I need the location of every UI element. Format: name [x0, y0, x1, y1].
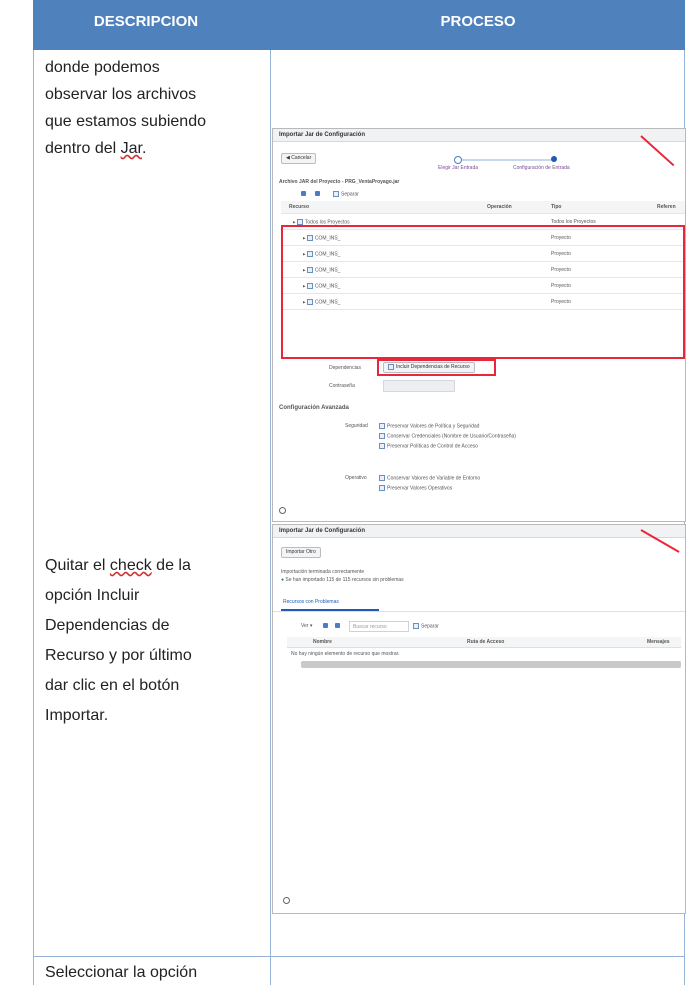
highlight-dependencies	[377, 359, 496, 376]
search-input[interactable]: Buscar recurso	[349, 621, 409, 632]
operations-option[interactable]: Conservar Valores de Variable de Entorno	[379, 475, 480, 481]
collapse-icon[interactable]	[315, 191, 320, 196]
tab-problem-resources[interactable]: Recursos con Problemas	[283, 599, 339, 605]
row2-line: opción Incluir	[45, 587, 140, 604]
results-header-row: Nombre Ruta de Acceso Mensajes	[287, 637, 681, 648]
checkbox-icon	[413, 623, 419, 629]
operations-option[interactable]: Preservar Valores Operativos	[379, 485, 452, 491]
empty-message: No hay ningún elemento de recurso que mo…	[291, 651, 400, 657]
column-header: Mensajes	[647, 639, 670, 645]
column-header: Tipo	[551, 204, 562, 210]
operations-option-label: Preservar Valores Operativos	[387, 485, 453, 492]
expand-icon[interactable]	[323, 623, 328, 628]
password-input[interactable]	[383, 380, 455, 392]
row3-description: Seleccionar la opción	[45, 964, 198, 981]
column-header: Operación	[487, 204, 512, 210]
archive-label: Archivo JAR del Proyecto - PRG_VentaProy…	[279, 179, 400, 185]
security-option[interactable]: Preservar Políticas de Control de Acceso	[379, 443, 478, 449]
horizontal-scrollbar[interactable]	[301, 661, 681, 668]
archive-value: PRG_VentaProyago.jar	[344, 179, 400, 185]
operations-label: Operativo	[345, 475, 367, 481]
archive-label-text: Archivo JAR del Proyecto	[279, 179, 341, 185]
expand-icon[interactable]	[301, 191, 306, 196]
collapse-icon[interactable]	[335, 623, 340, 628]
row1-description: donde podemos observar los archivos que …	[45, 54, 243, 162]
highlight-resources	[281, 225, 685, 359]
gear-icon[interactable]	[279, 507, 286, 514]
security-option[interactable]: Conservar Credenciales (Nombre de Usuari…	[379, 433, 516, 439]
procedure-table: DESCRIPCION PROCESO donde podemos observ…	[33, 0, 686, 985]
table-header: DESCRIPCION PROCESO	[33, 0, 685, 50]
row2-line: dar clic en el botón	[45, 677, 180, 694]
detach-toggle[interactable]: Separar	[333, 191, 359, 197]
column-header: Recurso	[289, 204, 310, 210]
window-title: Importar Jar de Configuración	[273, 129, 685, 142]
detach-toggle[interactable]: Separar	[413, 623, 439, 629]
view-menu[interactable]: Ver ▾	[301, 623, 312, 629]
checkbox-icon	[379, 443, 385, 449]
row1-line: que estamos subiendo	[45, 113, 206, 130]
status-line-text: Se han importado 115 de 115 recursos sin…	[285, 577, 404, 583]
search-placeholder: Buscar recurso	[353, 624, 387, 630]
security-option-label: Conservar Credenciales (Nombre de Usuari…	[387, 433, 516, 440]
step1-marker-icon	[454, 156, 462, 164]
detach-label: Separar	[341, 191, 359, 198]
window-title: Importar Jar de Configuración	[273, 525, 685, 538]
tab-divider	[273, 611, 685, 612]
row2-line: Quitar el check de la	[45, 551, 243, 581]
step2-marker-icon	[551, 156, 557, 162]
checkbox-icon	[379, 475, 385, 481]
status-line: ● Se han importado 115 de 115 recursos s…	[281, 577, 404, 583]
underlined-word: Jar	[120, 140, 142, 157]
row2-line: Dependencias de	[45, 617, 170, 634]
row2-line: Importar.	[45, 707, 109, 724]
underlined-word: check	[109, 557, 152, 574]
step1-label: Elegir Jar Entrada	[438, 165, 479, 171]
dependencies-label: Dependencias	[329, 365, 361, 371]
cancel-button[interactable]: ◀ Cancelar	[281, 153, 317, 164]
view-menu-label: Ver	[301, 623, 309, 629]
column-header: Ruta de Acceso	[467, 639, 505, 645]
screenshot-configuration-import: Importar Jar de Configuración ◀ Cancelar…	[272, 128, 686, 522]
grid-line-left	[33, 50, 34, 985]
column-header: Referen	[657, 204, 676, 210]
table-header-row: Recurso Operación Tipo Referen	[281, 201, 685, 214]
column-header: Nombre	[313, 639, 332, 645]
row2-line: Recurso y por último	[45, 647, 192, 664]
row2-description: Quitar el check de la opción Incluir Dep…	[45, 551, 243, 731]
checkbox-icon	[333, 191, 339, 197]
header-descripcion: DESCRIPCION	[93, 13, 199, 30]
row-divider	[33, 956, 685, 957]
gear-icon[interactable]	[283, 897, 290, 904]
header-proceso: PROCESO	[440, 13, 516, 30]
import-other-button[interactable]: Importar Otro	[281, 547, 321, 558]
security-option-label: Preservar Políticas de Control de Acceso	[387, 443, 478, 450]
cancel-label: Cancelar	[291, 155, 312, 161]
row1-line: donde podemos	[45, 59, 160, 76]
row2-line-text: Quitar el	[45, 557, 110, 574]
row1-period: .	[141, 140, 147, 157]
security-option[interactable]: Preservar Valores de Política y Segurida…	[379, 423, 479, 429]
row1-line: dentro del Jar.	[45, 135, 243, 162]
row2-line-tail: de la	[151, 557, 191, 574]
row1-line-text: dentro del	[45, 140, 121, 157]
status-line: Importación terminada correctamente	[281, 569, 365, 575]
checkbox-icon	[379, 433, 385, 439]
security-option-label: Preservar Valores de Política y Segurida…	[387, 423, 480, 430]
screenshot-import-result: Importar Jar de Configuración Importar O…	[272, 524, 686, 914]
grid-line-middle	[270, 50, 271, 985]
password-label: Contraseña	[329, 383, 355, 389]
security-label: Seguridad	[345, 423, 368, 429]
detach-label: Separar	[421, 623, 439, 630]
step-connector	[462, 159, 552, 161]
operations-option-label: Conservar Valores de Variable de Entorno	[387, 475, 481, 482]
step2-label: Configuración de Entrada	[513, 165, 570, 171]
checkbox-icon	[379, 423, 385, 429]
advanced-title: Configuración Avanzada	[279, 405, 349, 411]
row1-line: observar los archivos	[45, 86, 197, 103]
checkbox-icon	[379, 485, 385, 491]
